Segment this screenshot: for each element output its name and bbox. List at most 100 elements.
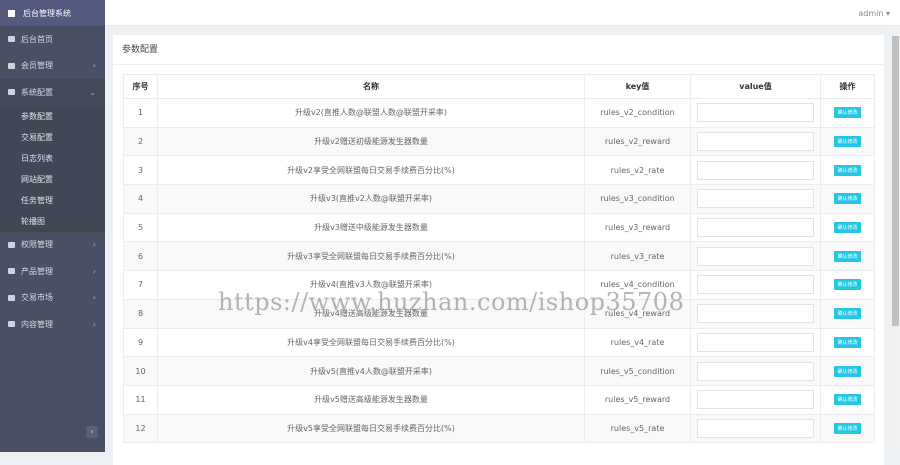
confirm-button[interactable]: 确认修改 [834,365,861,377]
value-cell [690,270,821,300]
sidebar-item[interactable]: 权限管理 › [0,232,105,259]
confirm-button[interactable]: 确认修改 [834,222,861,234]
value-input[interactable] [697,304,814,324]
confirm-button[interactable]: 确认修改 [834,308,861,320]
row-key: rules_v3_reward [584,212,691,243]
user-menu[interactable]: admin ▾ [858,9,890,18]
value-input[interactable] [697,218,814,238]
row-no: 7 [123,270,158,300]
chevron-right-icon: › [92,266,96,276]
action-cell: 确认修改 [820,98,875,128]
value-input[interactable] [697,361,814,381]
row-no: 12 [123,413,158,444]
row-key: rules_v2_reward [584,126,691,157]
logo-icon [8,9,15,17]
table-row: 11 升级v5赠送高级能源发生器数量 rules_v5_reward 确认修改 [123,384,875,415]
action-cell: 确认修改 [820,126,875,157]
value-cell [690,155,821,186]
row-no: 4 [123,184,158,214]
sidebar-item[interactable]: 后台首页 [0,26,105,53]
header-no: 序号 [123,74,158,99]
action-cell: 确认修改 [820,384,875,415]
sidebar-item[interactable]: 产品管理 › [0,258,105,285]
header-value: value值 [690,74,821,99]
action-cell: 确认修改 [820,356,875,386]
value-input[interactable] [697,189,814,209]
row-key: rules_v5_reward [584,384,691,415]
submenu-item[interactable]: 日志列表 [0,148,105,169]
confirm-button[interactable]: 确认修改 [834,136,861,148]
content-panel: 参数配置 序号 名称 key值 value值 操作 1 升级v2(直推人数@联盟… [113,35,884,465]
chevron-right-icon: › [92,319,96,329]
row-name: 升级v5享受全网联盟每日交易手续费百分比(%) [157,413,585,444]
confirm-button[interactable]: 确认修改 [834,279,861,291]
row-key: rules_v4_rate [584,327,691,358]
header-name: 名称 [157,74,585,99]
action-cell: 确认修改 [820,155,875,186]
value-input[interactable] [697,103,814,123]
scrollbar-thumb[interactable] [892,36,899,326]
submenu-item[interactable]: 轮播图 [0,211,105,232]
chevron-down-icon: ⌄ [89,87,96,97]
row-name: 升级v5(直推v4人数@联盟开采率) [157,356,585,386]
action-cell: 确认修改 [820,184,875,214]
submenu-item[interactable]: 参数配置 [0,106,105,127]
action-cell: 确认修改 [820,212,875,243]
submenu: 参数配置 交易配置 日志列表 网站配置 任务管理 轮播图 [0,105,105,232]
value-input[interactable] [697,160,814,180]
value-input[interactable] [697,418,814,438]
value-input[interactable] [697,246,814,266]
menu-icon [8,294,15,301]
confirm-button[interactable]: 确认修改 [834,193,861,205]
menu-icon [8,89,15,96]
menu-icon [8,62,15,69]
row-no: 3 [123,155,158,186]
action-cell: 确认修改 [820,413,875,444]
value-cell [690,184,821,214]
confirm-button[interactable]: 确认修改 [834,394,861,406]
brand: 后台管理系统 [0,0,105,26]
table-row: 8 升级v4赠送高级能源发生器数量 rules_v4_reward 确认修改 [123,298,875,329]
sidebar-item[interactable]: 会员管理 › [0,53,105,80]
value-cell [690,126,821,157]
submenu-item[interactable]: 任务管理 [0,190,105,211]
row-key: rules_v3_condition [584,184,691,214]
value-cell [690,241,821,272]
confirm-button[interactable]: 确认修改 [834,336,861,348]
table-row: 7 升级v4(直推v3人数@联盟开采率) rules_v4_condition … [123,270,875,300]
row-key: rules_v5_condition [584,356,691,386]
table-row: 12 升级v5享受全网联盟每日交易手续费百分比(%) rules_v5_rate… [123,413,875,444]
value-input[interactable] [697,390,814,410]
value-cell [690,384,821,415]
collapse-sidebar-button[interactable]: ‹ [86,426,98,438]
confirm-button[interactable]: 确认修改 [834,164,861,176]
submenu-item[interactable]: 网站配置 [0,169,105,190]
sidebar-item[interactable]: 交易市场 › [0,285,105,312]
value-cell [690,212,821,243]
value-cell [690,298,821,329]
sidebar-item-label: 权限管理 [21,240,53,250]
row-name: 升级v2赠送初级能源发生器数量 [157,126,585,157]
scrollbar[interactable] [891,26,900,452]
value-cell [690,413,821,444]
sidebar-item-label: 系统配置 [21,87,53,97]
value-input[interactable] [697,132,814,152]
table-row: 10 升级v5(直推v4人数@联盟开采率) rules_v5_condition… [123,356,875,386]
sidebar-item-label: 会员管理 [21,61,53,71]
topbar: admin ▾ [105,0,900,26]
table-row: 9 升级v4享受全网联盟每日交易手续费百分比(%) rules_v4_rate … [123,327,875,358]
confirm-button[interactable]: 确认修改 [834,422,861,434]
value-input[interactable] [697,332,814,352]
table-row: 1 升级v2(直推人数@联盟人数@联盟开采率) rules_v2_conditi… [123,98,875,128]
sidebar-item[interactable]: 系统配置 ⌄ [0,79,105,106]
row-key: rules_v4_condition [584,270,691,300]
row-name: 升级v4(直推v3人数@联盟开采率) [157,270,585,300]
confirm-button[interactable]: 确认修改 [834,250,861,262]
row-name: 升级v3(直推v2人数@联盟开采率) [157,184,585,214]
submenu-item[interactable]: 交易配置 [0,127,105,148]
value-input[interactable] [697,275,814,295]
confirm-button[interactable]: 确认修改 [834,107,861,119]
value-cell [690,356,821,386]
row-no: 1 [123,98,158,128]
sidebar-item[interactable]: 内容管理 › [0,311,105,338]
